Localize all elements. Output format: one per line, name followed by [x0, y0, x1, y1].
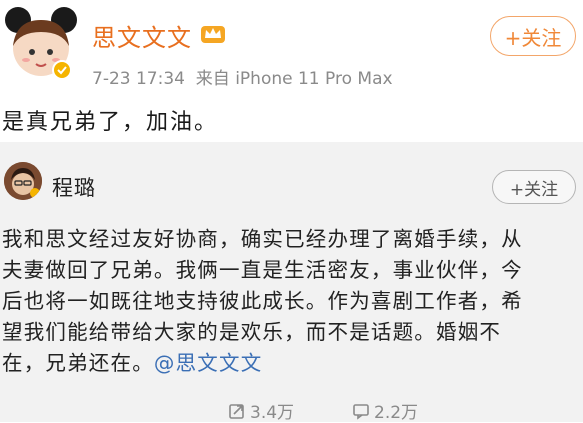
mention-link[interactable]: @思文文文: [154, 351, 263, 375]
repost-username[interactable]: 程璐: [52, 172, 96, 202]
repost-line: 我和思文经过友好协商，确实已经办理了离婚手续，从: [2, 227, 523, 251]
post-text: 是真兄弟了，加油。: [2, 110, 219, 135]
repost-follow-button[interactable]: +关注: [492, 170, 576, 204]
share-count: 3.4万: [250, 403, 295, 423]
repost-line-text: 在，兄弟还在。: [2, 351, 154, 375]
repost-stats: 3.4万 2.2万: [0, 398, 583, 423]
comment-stat[interactable]: 2.2万: [352, 398, 418, 423]
verified-badge-icon: [30, 188, 40, 198]
repost-line: 望我们能给带给大家的是欢乐，而不是话题。婚姻不: [2, 320, 502, 344]
comment-icon: [353, 403, 369, 420]
repost-text: 我和思文经过友好协商，确实已经办理了离婚手续，从 夫妻做回了兄弟。我俩一直是生活…: [2, 224, 580, 379]
post-meta: 7-23 17:34 来自 iPhone 11 Pro Max: [92, 64, 393, 89]
share-icon: [229, 403, 244, 419]
share-stat[interactable]: 3.4万: [228, 398, 294, 423]
main-post: 思文文文 +关注 7-23 17:34 来自 iPhone 11 Pro Max…: [0, 0, 583, 142]
post-source: 来自 iPhone 11 Pro Max: [195, 69, 393, 89]
avatar-repost[interactable]: [4, 162, 42, 200]
reposted-post[interactable]: 程璐 +关注 我和思文经过友好协商，确实已经办理了离婚手续，从 夫妻做回了兄弟。…: [0, 142, 583, 423]
avatar-image: [4, 162, 42, 200]
avatar-main[interactable]: [4, 6, 78, 82]
repost-line: 后也将一如既往地支持彼此成长。作为喜剧工作者，希: [2, 289, 523, 313]
repost-line-last: 在，兄弟还在。@思文文文: [2, 348, 580, 379]
repost-line: 夫妻做回了兄弟。我俩一直是生活密友，事业伙伴，今: [2, 258, 523, 282]
follow-button[interactable]: +关注: [490, 16, 576, 56]
username[interactable]: 思文文文: [92, 18, 192, 53]
vip-crown-icon: [201, 26, 225, 43]
verified-badge-icon: [52, 60, 72, 80]
post-time: 7-23 17:34: [92, 69, 185, 89]
comment-count: 2.2万: [374, 403, 419, 423]
